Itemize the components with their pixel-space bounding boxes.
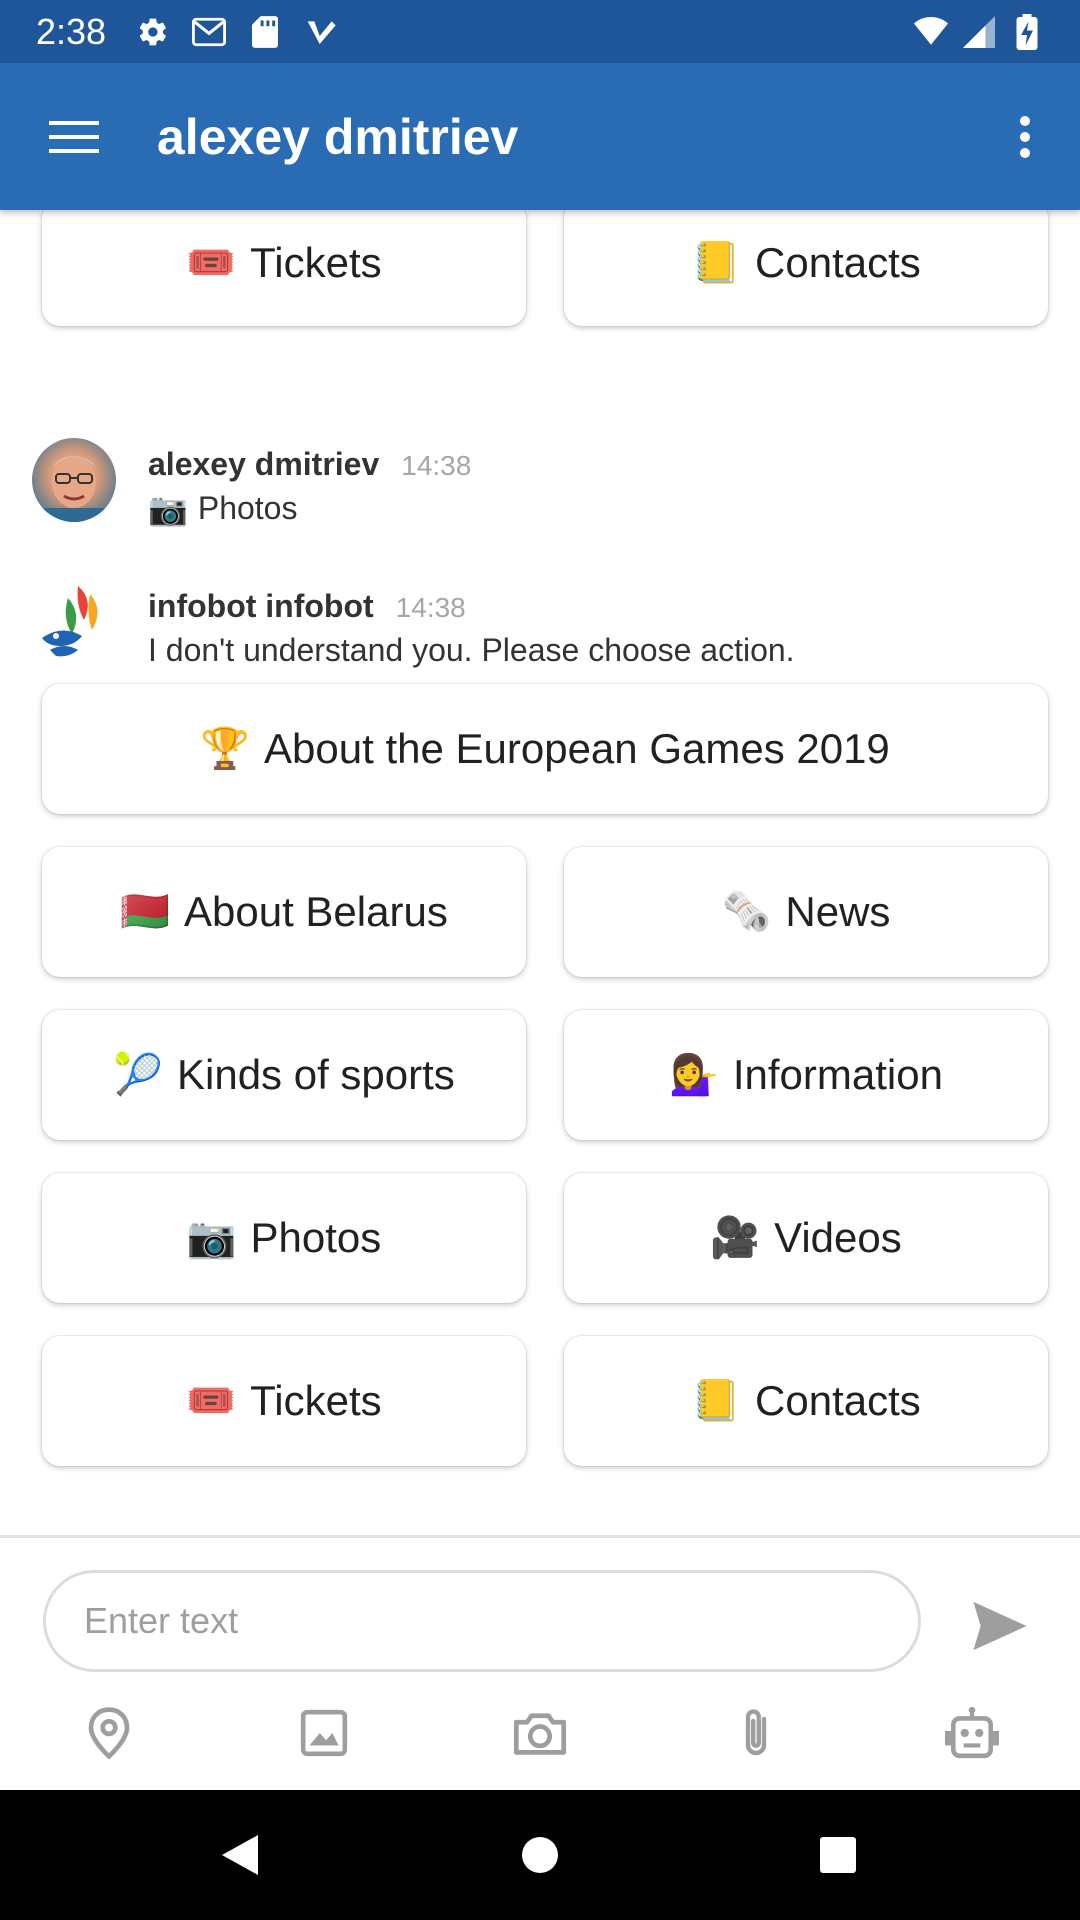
status-time: 2:38	[36, 10, 107, 52]
keyboard-button-information[interactable]: 💁‍♀️ Information	[564, 1010, 1048, 1140]
keyboard-button-label: About the European Games 2019	[264, 725, 890, 772]
settings-icon	[136, 15, 170, 49]
wifi-icon	[914, 15, 948, 49]
overflow-menu-button[interactable]	[970, 63, 1080, 210]
keyboard-button-videos[interactable]: 🎥 Videos	[564, 1173, 1048, 1303]
home-button[interactable]	[500, 1815, 580, 1895]
bot-icon	[945, 1706, 999, 1759]
check-icon	[304, 15, 338, 49]
menu-button[interactable]	[0, 63, 147, 210]
message-item: infobot infobot 14:38 I don't understand…	[0, 568, 1080, 688]
notebook-icon: 📒	[691, 1379, 742, 1423]
video-camera-icon: 🎥	[710, 1216, 761, 1260]
attach-button[interactable]	[711, 1688, 801, 1778]
message-time: 14:38	[401, 450, 472, 481]
message-composer: Enter text	[0, 1535, 1080, 1790]
ticket-icon: 🎟️	[186, 241, 237, 285]
keyboard-button-label: Tickets	[250, 1377, 382, 1424]
keyboard-button-label: Information	[732, 1051, 943, 1098]
camera-icon: 📷	[186, 1216, 237, 1260]
keyboard-button-label: Kinds of sports	[177, 1051, 455, 1098]
message-text: I don't understand you. Please choose ac…	[148, 632, 795, 668]
page-title: alexey dmitriev	[157, 108, 519, 165]
keyboard-button-label: Photos	[250, 1214, 382, 1261]
more-vert-icon	[1020, 115, 1030, 158]
avatar[interactable]	[32, 438, 116, 522]
keyboard-button-about-belarus[interactable]: 🇧🇾 About Belarus	[42, 847, 526, 977]
message-author: alexey dmitriev	[148, 446, 380, 482]
avatar[interactable]	[32, 580, 116, 664]
keyboard-button-label: Tickets	[250, 239, 382, 286]
hamburger-icon	[48, 120, 99, 153]
gallery-icon	[300, 1709, 348, 1757]
attach-icon	[745, 1709, 767, 1756]
keyboard-button-label: News	[785, 888, 891, 935]
message-item: alexey dmitriev 14:38 📷 Photos	[0, 428, 1080, 538]
message-text: Photos	[197, 490, 298, 526]
camera-button[interactable]	[495, 1688, 585, 1778]
back-icon	[222, 1835, 258, 1875]
composer-toolbar	[0, 1688, 1080, 1788]
location-button[interactable]	[64, 1688, 154, 1778]
chat-area[interactable]: 🎟️ Tickets 📒 Contacts alexey dmitriev 14…	[0, 210, 1080, 1535]
message-author: infobot infobot	[148, 588, 374, 624]
recents-icon	[820, 1837, 856, 1873]
keyboard-button-label: Contacts	[755, 1377, 921, 1424]
sd-card-icon	[248, 15, 282, 49]
camera-emoji-icon: 📷	[148, 490, 188, 527]
keyboard-button-news[interactable]: 🗞️ News	[564, 847, 1048, 977]
keyboard-button-label: About Belarus	[183, 888, 448, 935]
camera-icon	[513, 1713, 567, 1755]
gallery-button[interactable]	[279, 1688, 369, 1778]
keyboard-button-contacts[interactable]: 📒 Contacts	[564, 210, 1048, 326]
trophy-icon: 🏆	[200, 727, 251, 771]
keyboard-button-label: Contacts	[755, 239, 921, 286]
app-bar: alexey dmitriev	[0, 63, 1080, 210]
keyboard-button-label: Videos	[774, 1214, 902, 1261]
signal-icon	[962, 15, 996, 49]
keyboard-button-about-european-games[interactable]: 🏆 About the European Games 2019	[42, 684, 1048, 814]
battery-charging-icon	[1010, 13, 1044, 50]
notebook-icon: 📒	[691, 241, 742, 285]
navigation-bar	[0, 1790, 1080, 1920]
ticket-icon: 🎟️	[186, 1379, 237, 1423]
back-button[interactable]	[200, 1815, 280, 1895]
bot-button[interactable]	[927, 1688, 1017, 1778]
keyboard-button-tickets[interactable]: 🎟️ Tickets	[42, 1336, 526, 1466]
keyboard-button-contacts[interactable]: 📒 Contacts	[564, 1336, 1048, 1466]
info-person-icon: 💁‍♀️	[669, 1053, 719, 1097]
keyboard-button-photos[interactable]: 📷 Photos	[42, 1173, 526, 1303]
newspaper-icon: 🗞️	[721, 890, 772, 934]
tennis-icon: 🎾	[113, 1053, 163, 1097]
location-icon	[88, 1707, 130, 1760]
keyboard-button-tickets[interactable]: 🎟️ Tickets	[42, 210, 526, 326]
keyboard-button-kinds-of-sports[interactable]: 🎾 Kinds of sports	[42, 1010, 526, 1140]
home-icon	[522, 1837, 558, 1873]
recents-button[interactable]	[798, 1815, 878, 1895]
send-icon	[973, 1601, 1027, 1651]
message-time: 14:38	[395, 592, 466, 623]
message-input[interactable]: Enter text	[43, 1570, 921, 1672]
status-bar: 2:38	[0, 0, 1080, 63]
gmail-icon	[192, 15, 227, 49]
belarus-flag-icon: 🇧🇾	[120, 890, 170, 934]
send-button[interactable]	[960, 1586, 1040, 1666]
